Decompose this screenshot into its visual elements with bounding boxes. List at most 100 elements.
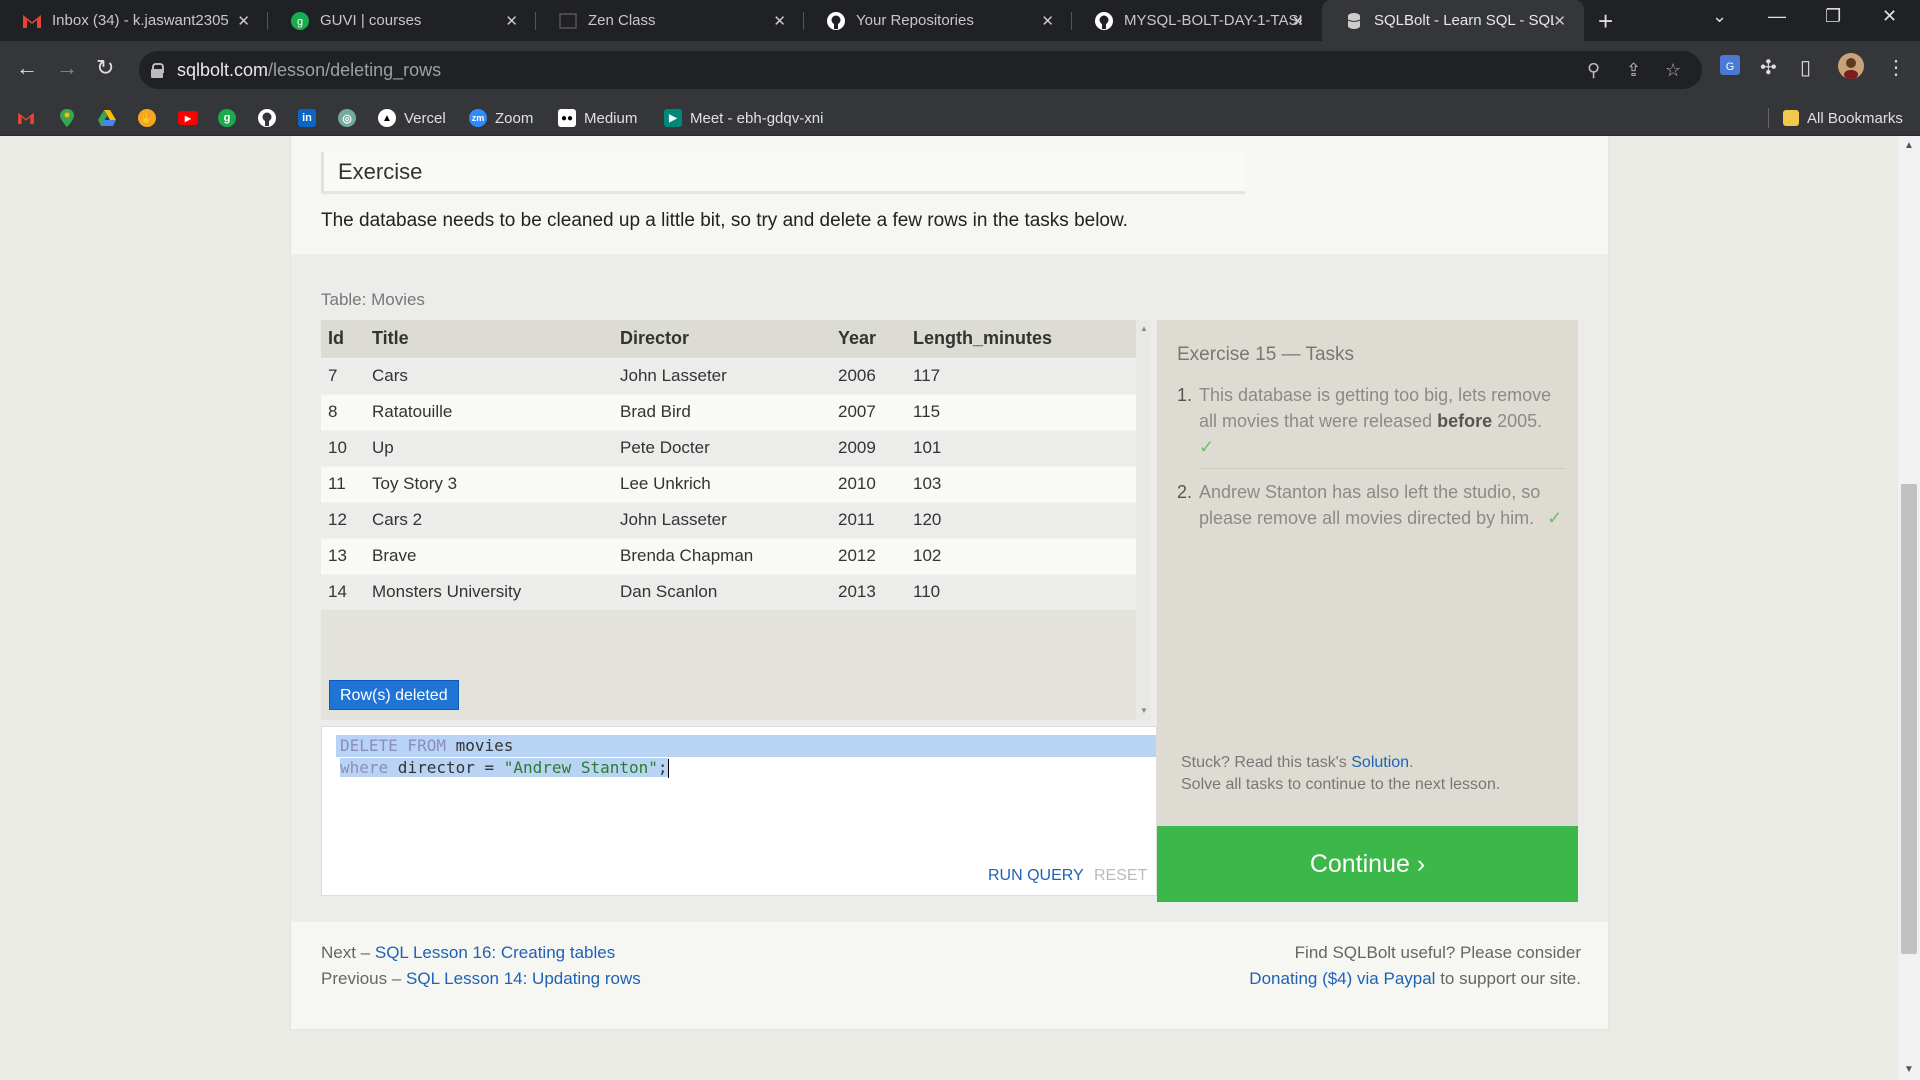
- new-tab-plus-icon[interactable]: +: [1598, 6, 1613, 37]
- translate-icon[interactable]: G: [1720, 55, 1740, 81]
- task-emphasis: before: [1437, 411, 1493, 431]
- table-cell: John Lasseter: [613, 357, 831, 394]
- solution-link[interactable]: Solution: [1351, 754, 1409, 771]
- bookmark-star-icon[interactable]: ☆: [1665, 60, 1681, 81]
- scroll-down-arrow-icon[interactable]: ▼: [1904, 1064, 1914, 1075]
- forward-icon[interactable]: →: [56, 55, 78, 81]
- guvi-icon: g: [218, 109, 236, 127]
- table-cell: 2009: [831, 429, 906, 466]
- close-icon[interactable]: ✕: [237, 12, 250, 30]
- table-cell: Brad Bird: [613, 393, 831, 430]
- youtube-icon: ▶: [178, 111, 198, 125]
- previous-lesson-link[interactable]: SQL Lesson 14: Updating rows: [406, 969, 641, 988]
- bookmark-chatgpt[interactable]: ◎: [338, 107, 364, 129]
- exercise-heading: Exercise: [321, 152, 1245, 194]
- bookmark-hand[interactable]: ✋: [138, 107, 164, 129]
- github-icon: [1094, 11, 1114, 31]
- back-icon[interactable]: ←: [16, 55, 38, 81]
- text-caret: [667, 759, 669, 778]
- tab-mysql-bolt[interactable]: MYSQL-BOLT-DAY-1-TASK ✕: [1072, 0, 1322, 41]
- close-icon[interactable]: ✕: [505, 12, 518, 30]
- column-header: Id: [321, 320, 365, 358]
- close-icon[interactable]: ✕: [1553, 12, 1566, 30]
- table-cell: Cars: [365, 357, 613, 394]
- code-line: DELETE FROM movies: [340, 736, 514, 755]
- lesson-footer: Next – SQL Lesson 16: Creating tables Pr…: [321, 940, 1581, 992]
- address-bar[interactable]: sqlbolt.com/lesson/deleting_rows ⚲ ⇪ ☆: [139, 51, 1702, 89]
- close-icon[interactable]: ✕: [773, 12, 786, 30]
- reset-button[interactable]: RESET: [1094, 867, 1147, 885]
- side-panel-icon[interactable]: ▯: [1800, 55, 1811, 80]
- bookmark-youtube[interactable]: ▶: [178, 107, 206, 129]
- all-bookmarks[interactable]: All Bookmarks: [1768, 107, 1903, 129]
- table-cell: 2013: [831, 573, 906, 610]
- zoom-magnifier-icon[interactable]: ⚲: [1587, 60, 1600, 81]
- bookmark-zoom[interactable]: zm Zoom: [469, 107, 533, 129]
- run-query-button[interactable]: RUN QUERY: [988, 867, 1084, 885]
- close-icon[interactable]: ✕: [1291, 12, 1304, 30]
- svg-text:G: G: [1726, 61, 1735, 73]
- sql-query-editor[interactable]: DELETE FROM movies where director = "And…: [321, 726, 1157, 896]
- chatgpt-icon: ◎: [338, 109, 356, 127]
- results-scrollbar[interactable]: ▲ ▼: [1136, 320, 1151, 720]
- maps-icon: [58, 109, 76, 127]
- bookmark-guvi[interactable]: g: [218, 107, 244, 129]
- scroll-up-arrow-icon[interactable]: ▲: [1904, 140, 1914, 151]
- bookmark-github[interactable]: [258, 107, 284, 129]
- tab-title: GUVI | courses: [320, 12, 422, 29]
- bookmark-drive[interactable]: [98, 107, 124, 129]
- table-cell: John Lasseter: [613, 501, 831, 538]
- page-viewport: Exercise The database needs to be cleane…: [0, 136, 1898, 1080]
- bookmark-meet[interactable]: ▶ Meet - ebh-gdqv-xni: [664, 107, 823, 129]
- bookmark-label: Vercel: [404, 109, 446, 127]
- table-cell: 10: [321, 429, 365, 466]
- continue-button[interactable]: Continue ›: [1157, 826, 1578, 902]
- reload-icon[interactable]: ↻: [96, 55, 114, 81]
- table-row: 12 Cars 2 John Lasseter 2011 120: [321, 501, 1136, 538]
- scroll-down-arrow-icon[interactable]: ▼: [1140, 706, 1148, 715]
- share-icon[interactable]: ⇪: [1626, 60, 1641, 81]
- bookmark-medium[interactable]: ●● Medium: [558, 107, 637, 129]
- table-cell: 11: [321, 465, 365, 502]
- tab-sqlbolt[interactable]: SQLBolt - Learn SQL - SQL ✕: [1322, 0, 1584, 41]
- results-table-panel: Id Title Director Year Length_minutes 7C…: [321, 320, 1151, 720]
- scroll-up-arrow-icon[interactable]: ▲: [1140, 324, 1148, 333]
- tab-zen-class[interactable]: Zen Class ✕: [536, 0, 804, 41]
- tab-your-repositories[interactable]: Your Repositories ✕: [804, 0, 1072, 41]
- bookmark-maps[interactable]: [58, 107, 84, 129]
- bookmark-label: Zoom: [495, 109, 534, 127]
- task-divider: [1199, 468, 1565, 469]
- table-cell: 12: [321, 501, 365, 538]
- donate-link[interactable]: Donating ($4) via Paypal: [1249, 969, 1435, 988]
- exercise-intro: The database needs to be cleaned up a li…: [321, 210, 1128, 231]
- bookmark-gmail[interactable]: [17, 107, 43, 129]
- checkmark-icon: ✓: [1547, 508, 1563, 528]
- menu-kebab-icon[interactable]: ⋮: [1886, 55, 1906, 80]
- task-text: Andrew Stanton has also left the studio,…: [1199, 482, 1541, 528]
- next-lesson-link[interactable]: SQL Lesson 16: Creating tables: [375, 943, 615, 962]
- table-cell: 2007: [831, 393, 906, 430]
- window-close-icon[interactable]: ✕: [1882, 6, 1897, 27]
- profile-avatar[interactable]: [1838, 53, 1864, 85]
- minimize-icon[interactable]: —: [1768, 6, 1786, 27]
- bookmark-linkedin[interactable]: in: [298, 107, 324, 129]
- scrollbar-thumb[interactable]: [1901, 484, 1917, 954]
- extensions-puzzle-icon[interactable]: ✣: [1760, 55, 1777, 80]
- page-scrollbar[interactable]: ▲ ▼: [1898, 136, 1920, 1080]
- bookmark-label: Medium: [584, 109, 638, 127]
- column-header: Director: [613, 320, 831, 358]
- tasks-panel: Exercise 15 — Tasks 1. This database is …: [1157, 320, 1578, 902]
- close-icon[interactable]: ✕: [1041, 12, 1054, 30]
- tab-gmail[interactable]: Inbox (34) - k.jaswant2305 ✕: [0, 0, 268, 41]
- url-text: sqlbolt.com/lesson/deleting_rows: [177, 59, 442, 80]
- table-cell: 2011: [831, 501, 906, 538]
- table-cell: Dan Scanlon: [613, 573, 831, 610]
- sql-code[interactable]: DELETE FROM movies where director = "And…: [340, 735, 669, 779]
- bookmark-vercel[interactable]: ▲ Vercel: [378, 107, 446, 129]
- restore-icon[interactable]: ❐: [1825, 6, 1841, 27]
- tab-search-chevron-icon[interactable]: ⌄: [1712, 6, 1727, 27]
- database-icon: [1344, 11, 1364, 31]
- github-icon: [826, 11, 846, 31]
- table-cell: 2012: [831, 537, 906, 574]
- tab-guvi[interactable]: g GUVI | courses ✕: [268, 0, 536, 41]
